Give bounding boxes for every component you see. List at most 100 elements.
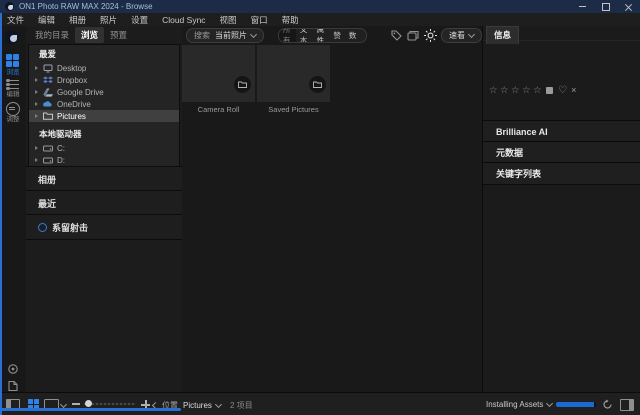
item-count: 2 项目: [230, 400, 253, 411]
dropbox-icon: [42, 75, 53, 85]
item-label: C:: [57, 144, 65, 153]
edit-module-icon[interactable]: [6, 79, 19, 90]
progress-fill: [556, 402, 594, 407]
maximize-button[interactable]: [594, 0, 617, 13]
sidebar-item-pictures[interactable]: Pictures: [29, 110, 179, 122]
sidebar-item-desktop[interactable]: Desktop: [29, 62, 179, 74]
sync-settings-icon[interactable]: [6, 362, 19, 375]
chevron-down-icon: [546, 400, 553, 407]
menu-settings[interactable]: 设置: [124, 14, 155, 26]
sun-icon[interactable]: [423, 28, 437, 42]
filter-text[interactable]: 文本: [296, 28, 313, 43]
section-tethered-shooting[interactable]: 系留射击: [26, 214, 182, 240]
expander-icon[interactable]: [35, 78, 38, 82]
browser-toolbar: 搜索 当前照片 所有 文本 属性 赞 元数据 速看: [182, 26, 482, 44]
stack-icon[interactable]: [406, 28, 420, 42]
folder-icon: [42, 111, 53, 121]
minimize-button[interactable]: [571, 0, 594, 13]
expander-icon[interactable]: [35, 158, 38, 162]
like-heart-icon[interactable]: ♡: [558, 85, 567, 96]
color-label-swatch[interactable]: [546, 87, 553, 94]
folder-tile-camera-roll[interactable]: [182, 45, 255, 102]
resize-module-icon[interactable]: [6, 102, 20, 116]
filter-metadata[interactable]: 元数据: [345, 28, 366, 43]
preview-quality-value: 速看: [449, 30, 465, 41]
tab-browse[interactable]: 浏览: [75, 27, 104, 43]
item-label: Pictures: [57, 112, 86, 121]
tag-icon[interactable]: [389, 28, 403, 42]
menu-file[interactable]: 文件: [0, 14, 31, 26]
section-brilliance-ai[interactable]: Brilliance AI: [483, 120, 640, 142]
item-label: Google Drive: [57, 88, 104, 97]
section-label: Brilliance AI: [496, 127, 548, 137]
minus-icon: [72, 403, 80, 405]
section-keyword-list[interactable]: 关键字列表: [483, 162, 640, 185]
edit-module-label[interactable]: 编辑: [0, 91, 26, 98]
section-metadata[interactable]: 元数据: [483, 141, 640, 163]
sidebar-item-google-drive[interactable]: Google Drive: [29, 86, 179, 98]
expander-icon[interactable]: [35, 90, 38, 94]
local-drives-title: 本地驱动器: [29, 122, 179, 142]
section-label: 关键字列表: [496, 167, 541, 180]
tab-presets[interactable]: 预置: [104, 27, 133, 43]
preview-quality-dropdown[interactable]: 速看: [441, 28, 482, 43]
expander-icon[interactable]: [35, 102, 38, 106]
menu-cloud-sync[interactable]: Cloud Sync: [155, 15, 212, 25]
filter-all[interactable]: 所有: [279, 28, 296, 43]
toggle-right-panel-button[interactable]: [620, 399, 634, 411]
export-icon[interactable]: [6, 379, 19, 392]
folder-tile-label[interactable]: Saved Pictures: [257, 105, 330, 114]
panel-right-icon: [620, 399, 634, 411]
footer-bar: 位置 Pictures 2 项目 Installing Assets: [0, 392, 640, 415]
tethered-icon: [38, 223, 47, 232]
menu-window[interactable]: 窗口: [244, 14, 275, 26]
resize-module-label[interactable]: 调整: [0, 116, 26, 123]
refresh-button[interactable]: [602, 399, 613, 410]
chevron-down-icon: [215, 401, 222, 408]
app-window: ON1 Photo RAW MAX 2024 - Browse 文件 编辑 相册…: [0, 0, 640, 415]
menu-album[interactable]: 相册: [62, 14, 93, 26]
expander-icon[interactable]: [35, 66, 38, 70]
slider-track[interactable]: [84, 403, 136, 405]
install-status-dropdown[interactable]: Installing Assets: [486, 400, 552, 409]
maximize-icon: [602, 3, 610, 11]
folder-tile-label[interactable]: Camera Roll: [182, 105, 255, 114]
tab-info[interactable]: 信息: [486, 26, 519, 44]
section-albums[interactable]: 相册: [26, 166, 182, 191]
section-recent[interactable]: 最近: [26, 190, 182, 215]
minimize-icon: [579, 6, 586, 7]
menu-edit[interactable]: 编辑: [31, 14, 62, 26]
star-rating-icons[interactable]: ☆☆☆☆☆: [489, 85, 544, 96]
sidebar-item-onedrive[interactable]: OneDrive: [29, 98, 179, 110]
sidebar-item-dropbox[interactable]: Dropbox: [29, 74, 179, 86]
menu-help[interactable]: 帮助: [275, 14, 306, 26]
menu-view[interactable]: 视图: [213, 14, 244, 26]
view-mode-dropdown[interactable]: [61, 402, 66, 407]
zoom-out-button[interactable]: [72, 403, 80, 405]
thumbnail-size-slider[interactable]: [84, 403, 136, 405]
browse-module-label[interactable]: 浏览: [0, 69, 26, 76]
horizontal-scrollbar[interactable]: [0, 408, 181, 411]
info-panel: 信息 ☆☆☆☆☆ ♡ × Brilliance AI 元数据 关键字列表: [482, 26, 640, 392]
slider-thumb[interactable]: [85, 400, 92, 407]
section-label: 元数据: [496, 146, 523, 159]
favorites-title: 最爱: [29, 45, 179, 62]
search-scope-dropdown[interactable]: 搜索 当前照片: [186, 28, 264, 43]
close-icon: [625, 3, 632, 10]
sidebar-item-drive-d[interactable]: D:: [29, 154, 179, 166]
tethered-label: 系留射击: [52, 221, 88, 234]
rating-row: ☆☆☆☆☆ ♡ ×: [489, 83, 576, 97]
reject-x-icon[interactable]: ×: [571, 85, 576, 95]
filter-liked[interactable]: 赞: [329, 28, 345, 43]
browse-module-icon[interactable]: [6, 54, 19, 67]
browse-sidebar: 我的目录 浏览 预置 最爱 Desktop Dropbox: [26, 26, 182, 392]
sidebar-item-drive-c[interactable]: C:: [29, 142, 179, 154]
expander-icon[interactable]: [35, 146, 38, 150]
tab-my-catalogs[interactable]: 我的目录: [29, 27, 75, 43]
expander-icon[interactable]: [35, 114, 38, 118]
menu-photo[interactable]: 照片: [93, 14, 124, 26]
filter-attributes[interactable]: 属性: [313, 28, 330, 43]
folder-tile-saved-pictures[interactable]: [257, 45, 330, 102]
close-button[interactable]: [617, 0, 640, 13]
current-folder[interactable]: Pictures: [183, 401, 212, 410]
